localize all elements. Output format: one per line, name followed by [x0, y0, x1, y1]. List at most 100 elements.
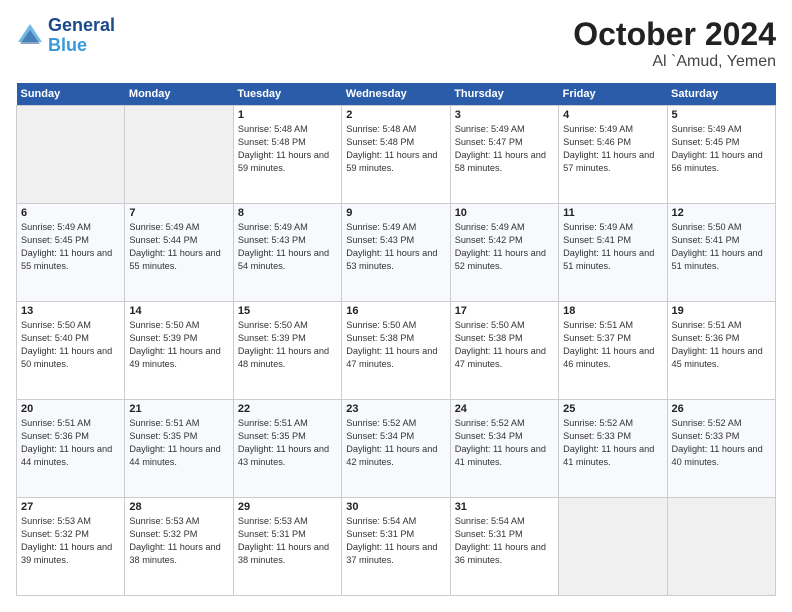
calendar-cell: 10 Sunrise: 5:49 AM Sunset: 5:42 PM Dayli…: [450, 204, 558, 302]
day-info: Sunrise: 5:50 AM Sunset: 5:40 PM Dayligh…: [21, 319, 120, 371]
day-number: 10: [455, 207, 554, 219]
title-block: October 2024 Al `Amud, Yemen: [573, 16, 776, 71]
day-info: Sunrise: 5:51 AM Sunset: 5:35 PM Dayligh…: [238, 417, 337, 469]
day-info: Sunrise: 5:49 AM Sunset: 5:44 PM Dayligh…: [129, 221, 228, 273]
day-number: 12: [672, 207, 771, 219]
calendar-cell: 6 Sunrise: 5:49 AM Sunset: 5:45 PM Daylig…: [17, 204, 125, 302]
logo: GeneralBlue: [16, 16, 115, 56]
calendar-cell: 14Sunrise: 5:50 AM Sunset: 5:39 PM Dayli…: [125, 302, 233, 400]
day-number: 24: [455, 403, 554, 415]
calendar-cell: 1 Sunrise: 5:48 AM Sunset: 5:48 PM Daylig…: [233, 106, 341, 204]
calendar-cell: [125, 106, 233, 204]
day-info: Sunrise: 5:49 AM Sunset: 5:47 PM Dayligh…: [455, 123, 554, 175]
day-info: Sunrise: 5:49 AM Sunset: 5:43 PM Dayligh…: [346, 221, 445, 273]
day-number: 2: [346, 109, 445, 121]
calendar-cell: [17, 106, 125, 204]
day-info: Sunrise: 5:49 AM Sunset: 5:42 PM Dayligh…: [455, 221, 554, 273]
header: GeneralBlue October 2024 Al `Amud, Yemen: [16, 16, 776, 71]
calendar-cell: 2Sunrise: 5:48 AM Sunset: 5:48 PM Daylig…: [342, 106, 450, 204]
day-info: Sunrise: 5:52 AM Sunset: 5:34 PM Dayligh…: [346, 417, 445, 469]
calendar-cell: 26 Sunrise: 5:52 AM Sunset: 5:33 PM Dayli…: [667, 400, 775, 498]
calendar-week-row: 27 Sunrise: 5:53 AM Sunset: 5:32 PM Dayli…: [17, 498, 776, 596]
logo-icon: [16, 22, 44, 50]
logo-line1: GeneralBlue: [48, 16, 115, 56]
day-number: 15: [238, 305, 337, 317]
day-number: 27: [21, 501, 120, 513]
logo-line2: Blue: [48, 35, 87, 55]
day-number: 8: [238, 207, 337, 219]
day-info: Sunrise: 5:49 AM Sunset: 5:45 PM Dayligh…: [672, 123, 771, 175]
day-info: Sunrise: 5:49 AM Sunset: 5:41 PM Dayligh…: [563, 221, 662, 273]
page: GeneralBlue October 2024 Al `Amud, Yemen…: [0, 0, 792, 612]
calendar-cell: [559, 498, 667, 596]
day-number: 1: [238, 109, 337, 121]
weekday-header-monday: Monday: [125, 83, 233, 106]
day-number: 25: [563, 403, 662, 415]
day-info: Sunrise: 5:51 AM Sunset: 5:36 PM Dayligh…: [672, 319, 771, 371]
calendar-cell: 3 Sunrise: 5:49 AM Sunset: 5:47 PM Daylig…: [450, 106, 558, 204]
calendar-cell: 28Sunrise: 5:53 AM Sunset: 5:32 PM Dayli…: [125, 498, 233, 596]
day-number: 9: [346, 207, 445, 219]
calendar-subtitle: Al `Amud, Yemen: [573, 53, 776, 71]
weekday-header-saturday: Saturday: [667, 83, 775, 106]
calendar-table: SundayMondayTuesdayWednesdayThursdayFrid…: [16, 83, 776, 596]
weekday-header-wednesday: Wednesday: [342, 83, 450, 106]
day-number: 22: [238, 403, 337, 415]
day-info: Sunrise: 5:49 AM Sunset: 5:46 PM Dayligh…: [563, 123, 662, 175]
calendar-cell: 29 Sunrise: 5:53 AM Sunset: 5:31 PM Dayli…: [233, 498, 341, 596]
calendar-cell: 7 Sunrise: 5:49 AM Sunset: 5:44 PM Daylig…: [125, 204, 233, 302]
day-info: Sunrise: 5:51 AM Sunset: 5:36 PM Dayligh…: [21, 417, 120, 469]
calendar-cell: 16 Sunrise: 5:50 AM Sunset: 5:38 PM Dayli…: [342, 302, 450, 400]
day-number: 30: [346, 501, 445, 513]
day-number: 7: [129, 207, 228, 219]
day-info: Sunrise: 5:52 AM Sunset: 5:34 PM Dayligh…: [455, 417, 554, 469]
calendar-cell: 11 Sunrise: 5:49 AM Sunset: 5:41 PM Dayli…: [559, 204, 667, 302]
calendar-cell: 21Sunrise: 5:51 AM Sunset: 5:35 PM Dayli…: [125, 400, 233, 498]
day-number: 20: [21, 403, 120, 415]
calendar-cell: 17 Sunrise: 5:50 AM Sunset: 5:38 PM Dayli…: [450, 302, 558, 400]
day-number: 11: [563, 207, 662, 219]
calendar-cell: 9 Sunrise: 5:49 AM Sunset: 5:43 PM Daylig…: [342, 204, 450, 302]
day-number: 16: [346, 305, 445, 317]
day-number: 4: [563, 109, 662, 121]
day-info: Sunrise: 5:54 AM Sunset: 5:31 PM Dayligh…: [346, 515, 445, 567]
day-info: Sunrise: 5:49 AM Sunset: 5:45 PM Dayligh…: [21, 221, 120, 273]
calendar-cell: 23 Sunrise: 5:52 AM Sunset: 5:34 PM Dayli…: [342, 400, 450, 498]
day-number: 29: [238, 501, 337, 513]
day-number: 18: [563, 305, 662, 317]
day-number: 6: [21, 207, 120, 219]
day-info: Sunrise: 5:53 AM Sunset: 5:32 PM Dayligh…: [21, 515, 120, 567]
calendar-cell: 12Sunrise: 5:50 AM Sunset: 5:41 PM Dayli…: [667, 204, 775, 302]
calendar-week-row: 1 Sunrise: 5:48 AM Sunset: 5:48 PM Daylig…: [17, 106, 776, 204]
day-info: Sunrise: 5:48 AM Sunset: 5:48 PM Dayligh…: [238, 123, 337, 175]
day-info: Sunrise: 5:52 AM Sunset: 5:33 PM Dayligh…: [563, 417, 662, 469]
calendar-cell: 24 Sunrise: 5:52 AM Sunset: 5:34 PM Dayli…: [450, 400, 558, 498]
day-info: Sunrise: 5:50 AM Sunset: 5:39 PM Dayligh…: [129, 319, 228, 371]
day-number: 21: [129, 403, 228, 415]
day-info: Sunrise: 5:53 AM Sunset: 5:32 PM Dayligh…: [129, 515, 228, 567]
day-number: 23: [346, 403, 445, 415]
day-info: Sunrise: 5:52 AM Sunset: 5:33 PM Dayligh…: [672, 417, 771, 469]
calendar-cell: 18 Sunrise: 5:51 AM Sunset: 5:37 PM Dayli…: [559, 302, 667, 400]
weekday-header-row: SundayMondayTuesdayWednesdayThursdayFrid…: [17, 83, 776, 106]
day-number: 26: [672, 403, 771, 415]
weekday-header-friday: Friday: [559, 83, 667, 106]
calendar-cell: 31Sunrise: 5:54 AM Sunset: 5:31 PM Dayli…: [450, 498, 558, 596]
calendar-cell: 20 Sunrise: 5:51 AM Sunset: 5:36 PM Dayli…: [17, 400, 125, 498]
day-info: Sunrise: 5:51 AM Sunset: 5:37 PM Dayligh…: [563, 319, 662, 371]
day-info: Sunrise: 5:50 AM Sunset: 5:39 PM Dayligh…: [238, 319, 337, 371]
calendar-cell: 5 Sunrise: 5:49 AM Sunset: 5:45 PM Daylig…: [667, 106, 775, 204]
calendar-week-row: 13Sunrise: 5:50 AM Sunset: 5:40 PM Dayli…: [17, 302, 776, 400]
day-number: 5: [672, 109, 771, 121]
day-info: Sunrise: 5:50 AM Sunset: 5:38 PM Dayligh…: [346, 319, 445, 371]
day-number: 19: [672, 305, 771, 317]
day-info: Sunrise: 5:50 AM Sunset: 5:38 PM Dayligh…: [455, 319, 554, 371]
day-number: 17: [455, 305, 554, 317]
calendar-cell: [667, 498, 775, 596]
calendar-cell: 27 Sunrise: 5:53 AM Sunset: 5:32 PM Dayli…: [17, 498, 125, 596]
weekday-header-sunday: Sunday: [17, 83, 125, 106]
weekday-header-thursday: Thursday: [450, 83, 558, 106]
day-info: Sunrise: 5:53 AM Sunset: 5:31 PM Dayligh…: [238, 515, 337, 567]
calendar-cell: 19 Sunrise: 5:51 AM Sunset: 5:36 PM Dayli…: [667, 302, 775, 400]
day-number: 3: [455, 109, 554, 121]
